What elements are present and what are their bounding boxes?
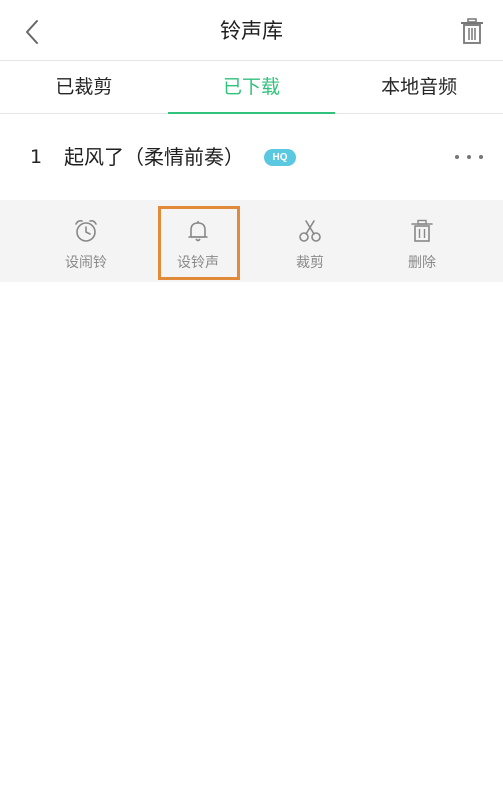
hq-badge: HQ: [264, 149, 296, 166]
set-alarm-label: 设闹铃: [65, 255, 107, 271]
song-title: 起风了（柔情前奏）: [64, 145, 244, 169]
tab-label: 已裁剪: [55, 76, 113, 98]
delete-label: 删除: [408, 255, 436, 271]
page-title: 铃声库: [220, 19, 283, 43]
more-dot-icon: [467, 155, 471, 159]
header-bar: 铃声库: [0, 0, 503, 61]
set-alarm-button[interactable]: 设闹铃: [46, 208, 126, 280]
list-item[interactable]: 1 起风了（柔情前奏） HQ: [0, 114, 503, 200]
song-index: 1: [30, 146, 43, 168]
tab-label: 本地音频: [381, 76, 458, 98]
alarm-clock-icon: [75, 220, 97, 242]
more-dot-icon: [479, 155, 483, 159]
trim-button[interactable]: 裁剪: [270, 208, 350, 280]
tab-downloaded[interactable]: 已下载: [167, 61, 336, 114]
tab-local-audio[interactable]: 本地音频: [335, 61, 503, 113]
more-dot-icon: [455, 155, 459, 159]
trash-icon: [461, 18, 483, 44]
tab-bar: 已裁剪 已下载 本地音频: [0, 61, 503, 114]
delete-all-button[interactable]: [455, 14, 489, 48]
trim-label: 裁剪: [296, 255, 324, 271]
tab-trimmed[interactable]: 已裁剪: [0, 61, 168, 113]
delete-button[interactable]: 删除: [382, 208, 462, 280]
tab-label: 已下载: [223, 76, 281, 98]
scissors-icon: [299, 220, 321, 242]
highlight-box: [158, 206, 240, 280]
song-action-bar: 设闹铃 设铃声 裁剪 删除: [0, 200, 503, 282]
more-options-button[interactable]: [451, 142, 487, 172]
trash-icon: [411, 219, 433, 242]
